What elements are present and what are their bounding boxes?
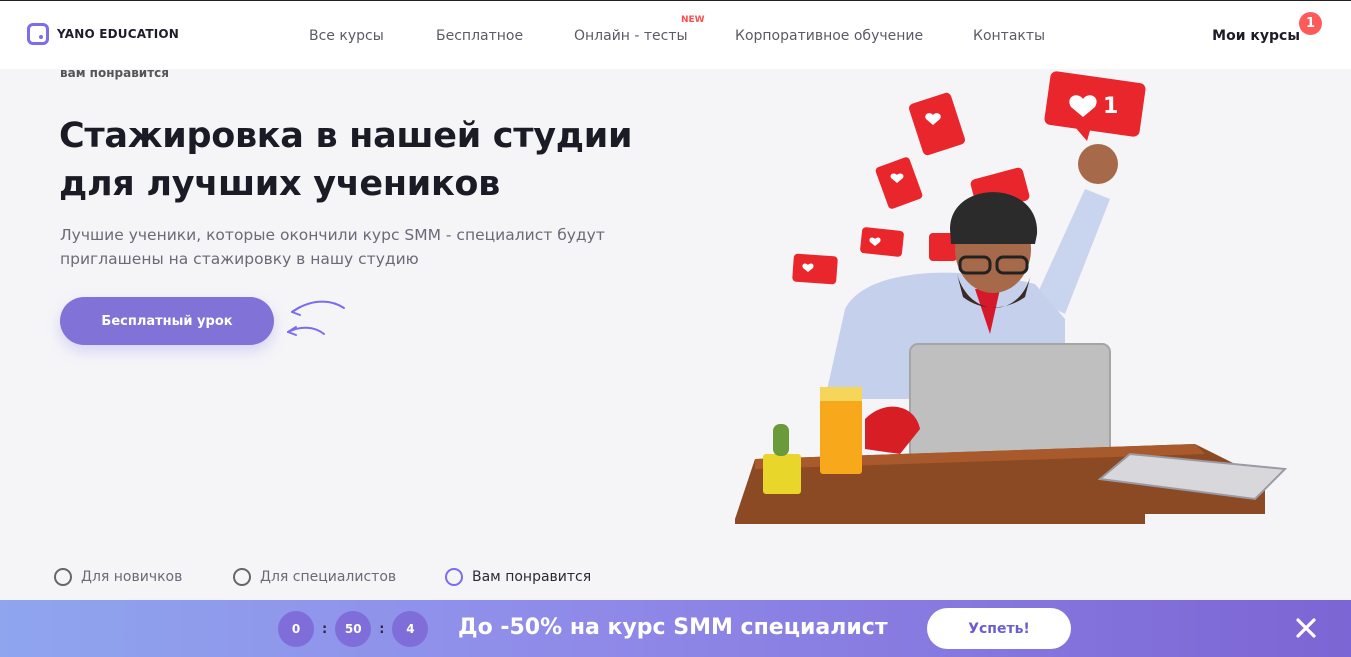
timer-separator: : [379,621,385,637]
nav-item-corporate[interactable]: Корпоративное обучение [735,28,923,44]
nav-item-free[interactable]: Бесплатное [436,28,523,44]
timer-minutes: 50 [335,611,372,647]
hero-subtitle: Лучшие ученики, которые окончили курс SM… [60,226,605,268]
radio-icon [445,568,463,586]
promo-bar: 0 : 50 : 4 До -50% на курс SMM специалис… [0,600,1351,657]
juice-glass [820,399,862,474]
logo[interactable]: YANO EDUCATION [27,23,179,45]
like-bubble [792,253,838,285]
nav-item-online-tests[interactable]: Онлайн - тесты [574,28,688,44]
tab-label: Для специалистов [260,569,397,585]
hero-title: Стажировка в нашей студии для лучших уче… [59,116,633,204]
tab-label: Вам понравится [472,569,592,585]
promo-button[interactable]: Успеть! [927,608,1071,649]
logo-icon [27,23,49,45]
timer-hours: 0 [278,611,314,647]
cactus [773,424,789,456]
my-courses-link[interactable]: Мои курсы [1212,28,1300,44]
raised-arm [1035,189,1110,314]
like-bubble [909,92,965,156]
free-lesson-button[interactable]: Бесплатный урок [60,297,274,345]
like-bubble [860,227,904,257]
radio-icon [233,568,251,586]
site-header: YANO EDUCATION Все курсы Бесплатное Онла… [0,0,1351,69]
tab-label: Для новичков [81,569,183,585]
cactus-pot [763,454,801,494]
tab-beginners[interactable]: Для новичков [54,568,182,586]
new-badge: NEW [681,15,705,25]
countdown-timer: 0 : 50 : 4 [278,611,429,647]
promo-text: До -50% на курс SMM специалист [458,615,888,640]
timer-seconds: 4 [392,611,429,647]
like-bubble-large: 1 [1044,71,1146,141]
hero-illustration: 1 [735,71,1288,524]
curved-arrows-icon [287,300,345,336]
nav-item-all-courses[interactable]: Все курсы [309,28,384,44]
logo-text: YANO EDUCATION [57,27,180,41]
hero-eyebrow: вам понравится [60,66,169,80]
nav-item-contacts[interactable]: Контакты [973,28,1045,44]
my-courses-count-badge: 1 [1299,12,1322,35]
timer-separator: : [322,621,328,637]
like-bubble [875,157,923,209]
tab-specialists[interactable]: Для специалистов [233,568,396,586]
fist [1078,144,1118,184]
svg-text:1: 1 [1103,94,1118,119]
radio-icon [54,568,72,586]
tab-you-will-like[interactable]: Вам понравится [445,568,591,586]
close-icon[interactable] [1295,617,1317,639]
